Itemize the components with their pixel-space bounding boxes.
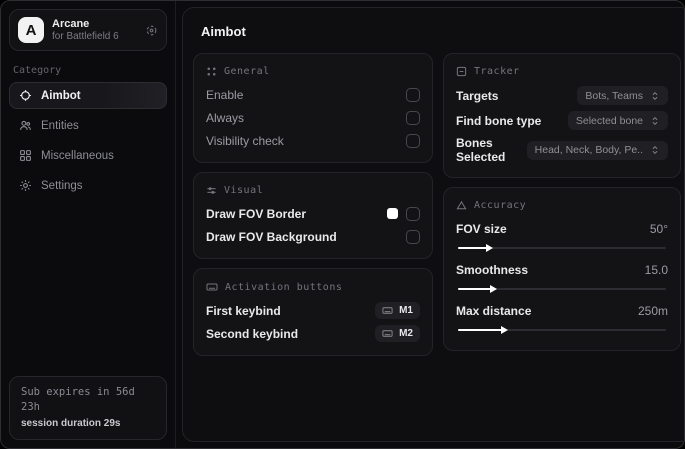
dashboard-icon xyxy=(206,66,217,77)
crosshair-target-icon[interactable] xyxy=(145,24,158,37)
setting-label: Draw FOV Background xyxy=(206,229,337,244)
sidebar-item-label: Miscellaneous xyxy=(41,149,114,162)
card-title: Tracker xyxy=(474,66,520,77)
select-value: Bots, Teams xyxy=(585,89,643,102)
activation-buttons-card: Activation buttons First keybind M1 Seco… xyxy=(193,268,433,356)
setting-row-first-keybind: First keybind M1 xyxy=(206,299,420,322)
sidebar-item-aimbot[interactable]: Aimbot xyxy=(9,82,167,109)
sidebar-item-label: Aimbot xyxy=(41,89,81,102)
slider-value: 15.0 xyxy=(644,262,668,277)
crosshair-icon xyxy=(19,89,32,102)
setting-label: Max distance xyxy=(456,303,532,318)
chevron-up-down-icon xyxy=(650,145,660,155)
setting-label: Enable xyxy=(206,87,244,102)
chevron-up-down-icon xyxy=(650,116,660,126)
app-window: A Arcane for Battlefield 6 Category Aimb… xyxy=(0,0,685,449)
setting-row-enable: Enable xyxy=(206,83,420,106)
color-swatch[interactable] xyxy=(387,208,398,219)
setting-row-always: Always xyxy=(206,106,420,129)
frame-minus-icon xyxy=(456,66,467,77)
app-name: Arcane xyxy=(52,17,90,30)
slider-thumb[interactable] xyxy=(500,325,508,334)
draw-fov-background-checkbox[interactable] xyxy=(406,229,420,244)
setting-label: First keybind xyxy=(206,303,281,318)
setting-label: Bones Selected xyxy=(456,136,506,164)
max-distance-slider[interactable] xyxy=(458,325,666,334)
slider-value: 250m xyxy=(637,303,668,318)
setting-label: FOV size xyxy=(456,221,507,236)
targets-select[interactable]: Bots, Teams xyxy=(577,86,668,105)
card-title: General xyxy=(224,66,270,77)
setting-label: Smoothness xyxy=(456,262,529,277)
logo-card: A Arcane for Battlefield 6 xyxy=(9,9,167,51)
slider-value: 50° xyxy=(649,221,668,236)
fov-size-slider-group: FOV size 50° xyxy=(456,217,668,252)
app-subtitle: for Battlefield 6 xyxy=(52,30,119,42)
find-bone-type-select[interactable]: Selected bone xyxy=(567,111,668,130)
setting-row-draw-fov-border: Draw FOV Border xyxy=(206,202,420,225)
sub-expiry-text: Sub expires in 56d 23h xyxy=(21,385,135,414)
setting-row-find-bone-type: Find bone type Selected bone xyxy=(456,108,668,133)
keybind-value: M1 xyxy=(399,305,413,316)
keybind-value: M2 xyxy=(399,328,413,339)
entities-icon xyxy=(19,119,32,132)
subscription-status-card: Sub expires in 56d 23h session duration … xyxy=(9,375,167,440)
setting-row-second-keybind: Second keybind M2 xyxy=(206,322,420,345)
card-title: Activation buttons xyxy=(225,281,343,293)
app-logo: A xyxy=(18,17,44,43)
setting-label: Find bone type xyxy=(456,113,542,128)
enable-checkbox[interactable] xyxy=(406,87,420,102)
category-label: Category xyxy=(13,65,62,76)
grid-icon xyxy=(19,149,32,162)
tracker-card: Tracker Targets Bots, Teams Find bone ty… xyxy=(443,53,681,178)
setting-row-bones-selected: Bones Selected Head, Neck, Body, Pe.. xyxy=(456,133,668,167)
sidebar-item-miscellaneous[interactable]: Miscellaneous xyxy=(9,142,167,169)
second-keybind-button[interactable]: M2 xyxy=(375,325,420,342)
visibility-check-checkbox[interactable] xyxy=(406,133,420,148)
slider-thumb[interactable] xyxy=(490,284,498,293)
select-value: Selected bone xyxy=(575,114,643,127)
setting-row-targets: Targets Bots, Teams xyxy=(456,83,668,108)
setting-row-visibility-check: Visibility check xyxy=(206,129,420,152)
smoothness-slider[interactable] xyxy=(458,284,666,293)
keyboard-icon xyxy=(206,281,218,293)
keyboard-icon xyxy=(382,328,393,339)
gear-icon xyxy=(19,179,32,192)
chevron-up-down-icon xyxy=(650,91,660,101)
page-title: Aimbot xyxy=(201,24,246,39)
select-value: Head, Neck, Body, Pe.. xyxy=(534,144,643,156)
sidebar-item-entities[interactable]: Entities xyxy=(9,112,167,139)
setting-label: Second keybind xyxy=(206,326,299,341)
setting-label: Targets xyxy=(456,88,499,103)
setting-label: Draw FOV Border xyxy=(206,206,307,221)
smoothness-slider-group: Smoothness 15.0 xyxy=(456,258,668,293)
bones-selected-select[interactable]: Head, Neck, Body, Pe.. xyxy=(526,140,668,160)
card-title: Visual xyxy=(224,185,264,196)
visual-card: Visual Draw FOV Border Draw FOV Backgrou… xyxy=(193,172,433,259)
main-panel: Aimbot General Enable Always Visibility … xyxy=(182,7,684,442)
setting-row-draw-fov-background: Draw FOV Background xyxy=(206,225,420,248)
sidebar-nav: Aimbot Entities Miscellaneous Settings xyxy=(9,82,167,199)
triangle-icon xyxy=(456,200,467,211)
first-keybind-button[interactable]: M1 xyxy=(375,302,420,319)
session-duration-text: session duration 29s xyxy=(21,418,121,429)
sidebar-item-label: Settings xyxy=(41,179,83,192)
draw-fov-border-checkbox[interactable] xyxy=(406,206,420,221)
sidebar: A Arcane for Battlefield 6 Category Aimb… xyxy=(1,1,176,448)
keyboard-icon xyxy=(382,305,393,316)
slider-thumb[interactable] xyxy=(486,243,494,252)
accuracy-card: Accuracy FOV size 50° Smoothness 15.0 Ma… xyxy=(443,187,681,351)
general-card: General Enable Always Visibility check xyxy=(193,53,433,163)
card-title: Accuracy xyxy=(474,200,527,211)
setting-label: Visibility check xyxy=(206,133,284,148)
setting-label: Always xyxy=(206,110,245,125)
max-distance-slider-group: Max distance 250m xyxy=(456,299,668,334)
fov-size-slider[interactable] xyxy=(458,243,666,252)
sidebar-item-settings[interactable]: Settings xyxy=(9,172,167,199)
always-checkbox[interactable] xyxy=(406,110,420,125)
sliders-icon xyxy=(206,185,217,196)
sidebar-item-label: Entities xyxy=(41,119,79,132)
